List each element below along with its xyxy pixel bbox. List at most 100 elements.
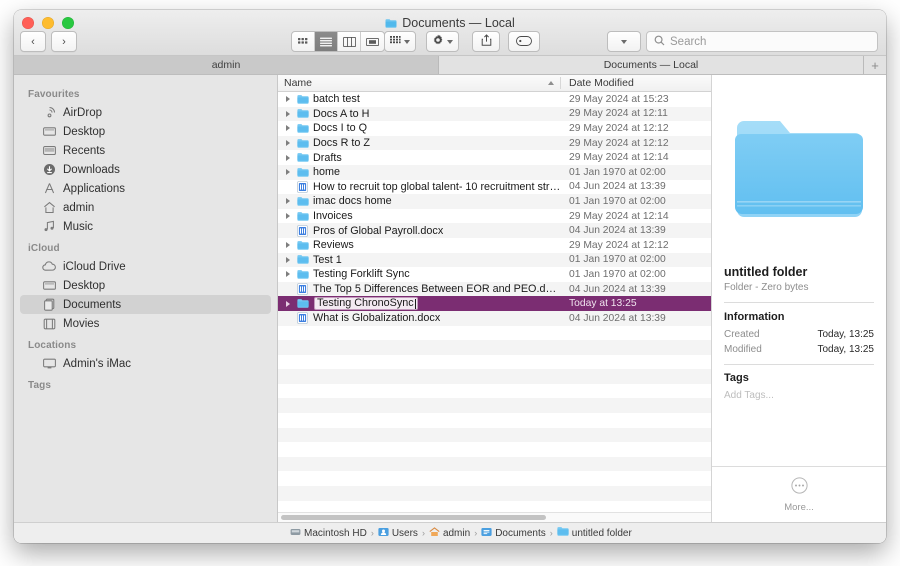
docx-file-icon xyxy=(296,180,309,193)
preview-pane: untitled folder Folder - Zero bytes Info… xyxy=(711,75,886,522)
group-by-button[interactable] xyxy=(384,31,416,52)
share-button[interactable] xyxy=(472,31,500,52)
row-name-cell: The Top 5 Differences Between EOR and PE… xyxy=(278,283,561,295)
empty-row xyxy=(278,486,711,501)
disclosure-triangle-icon[interactable] xyxy=(283,256,292,263)
disclosure-triangle-icon[interactable] xyxy=(283,198,292,205)
disclosure-triangle-icon[interactable] xyxy=(283,213,292,220)
information-heading: Information xyxy=(724,310,785,323)
row-date-cell: 01 Jan 1970 at 02:00 xyxy=(569,254,666,266)
add-tags-field[interactable]: Add Tags... xyxy=(724,390,874,401)
chevron-down-icon xyxy=(621,39,627,44)
table-row[interactable]: Pros of Global Payroll.docx 04 Jun 2024 a… xyxy=(278,223,711,238)
file-rows: batch test 29 May 2024 at 15:23 Docs A to … xyxy=(278,92,711,512)
folder-icon xyxy=(385,18,397,29)
preview-subtitle: Folder - Zero bytes xyxy=(724,282,809,293)
sidebar-item-icloud-drive[interactable]: iCloud Drive xyxy=(20,257,271,276)
row-name-label: The Top 5 Differences Between EOR and PE… xyxy=(313,283,561,296)
nav-buttons: ‹ › xyxy=(20,31,77,52)
breadcrumb-item[interactable]: admin xyxy=(429,526,470,540)
breadcrumb-item[interactable]: Users xyxy=(378,527,418,540)
window-title: Documents — Local xyxy=(14,16,886,30)
sidebar-item-admins-imac[interactable]: Admin's iMac xyxy=(20,354,271,373)
table-row[interactable]: Testing ChronoSync Today at 13:25 xyxy=(278,296,711,311)
new-tab-button[interactable]: + xyxy=(864,56,886,74)
search-scope-button[interactable] xyxy=(607,31,641,52)
list-view-button[interactable] xyxy=(315,32,338,51)
ellipsis-circle-icon xyxy=(790,476,808,499)
sidebar-item-label: Admin's iMac xyxy=(63,357,132,370)
back-button[interactable]: ‹ xyxy=(20,31,46,52)
sidebar-item-downloads[interactable]: Downloads xyxy=(20,160,271,179)
table-row[interactable]: Drafts 29 May 2024 at 12:14 xyxy=(278,150,711,165)
sidebar-item-documents[interactable]: Documents xyxy=(20,295,271,314)
row-name-label: How to recruit top global talent- 10 rec… xyxy=(313,180,561,193)
disclosure-triangle-icon[interactable] xyxy=(283,169,292,176)
breadcrumb-separator: › xyxy=(549,528,553,538)
disclosure-triangle-icon[interactable] xyxy=(283,140,292,147)
scrollbar-thumb[interactable] xyxy=(281,515,546,520)
table-row[interactable]: batch test 29 May 2024 at 15:23 xyxy=(278,92,711,107)
folder-icon xyxy=(296,211,309,222)
table-row[interactable]: Docs R to Z 29 May 2024 at 12:12 xyxy=(278,135,711,151)
row-date-cell: 29 May 2024 at 12:14 xyxy=(569,210,669,222)
empty-row xyxy=(278,471,711,486)
row-date-cell: 04 Jun 2024 at 13:39 xyxy=(569,225,666,237)
action-menu-button[interactable] xyxy=(426,31,459,52)
sidebar-item-applications[interactable]: Applications xyxy=(20,179,271,198)
disclosure-triangle-icon[interactable] xyxy=(283,110,292,117)
tag-icon xyxy=(516,33,532,51)
row-name-cell: Test 1 xyxy=(278,254,561,266)
table-row[interactable]: The Top 5 Differences Between EOR and PE… xyxy=(278,281,711,297)
breadcrumb-item[interactable]: Macintosh HD xyxy=(290,527,367,540)
sidebar-item-recents[interactable]: Recents xyxy=(20,141,271,160)
disclosure-triangle-icon[interactable] xyxy=(283,125,292,132)
column-view-button[interactable] xyxy=(338,32,361,51)
breadcrumb-item[interactable]: untitled folder xyxy=(557,526,632,540)
sidebar-section-tags-title: Tags xyxy=(28,380,51,391)
gallery-view-button[interactable] xyxy=(361,32,384,51)
table-row[interactable]: home 01 Jan 1970 at 02:00 xyxy=(278,164,711,180)
search-field[interactable]: Search xyxy=(646,31,878,52)
disclosure-triangle-icon[interactable] xyxy=(283,300,292,307)
sidebar-item-icloud-desktop[interactable]: Desktop xyxy=(20,276,271,295)
table-row[interactable]: How to recruit top global talent- 10 rec… xyxy=(278,180,711,195)
table-row[interactable]: Invoices 29 May 2024 at 12:14 xyxy=(278,209,711,224)
table-row[interactable]: imac docs home 01 Jan 1970 at 02:00 xyxy=(278,194,711,209)
rename-input[interactable]: Testing ChronoSync xyxy=(314,297,418,311)
tags-heading: Tags xyxy=(724,372,749,384)
table-row[interactable]: Reviews 29 May 2024 at 12:12 xyxy=(278,238,711,253)
disclosure-triangle-icon[interactable] xyxy=(283,271,292,278)
table-row[interactable]: Test 1 01 Jan 1970 at 02:00 xyxy=(278,252,711,268)
sidebar-item-admin[interactable]: admin xyxy=(20,198,271,217)
disclosure-triangle-icon[interactable] xyxy=(283,154,292,161)
more-label: More... xyxy=(784,501,814,513)
sidebar-item-music[interactable]: Music xyxy=(20,217,271,236)
table-row[interactable]: What is Globalization.docx 04 Jun 2024 at… xyxy=(278,310,711,326)
disclosure-triangle-icon[interactable] xyxy=(283,96,292,103)
sidebar-item-airdrop[interactable]: AirDrop xyxy=(20,103,271,122)
more-button[interactable]: More... xyxy=(712,466,886,522)
folder-icon xyxy=(296,123,309,134)
tab-admin[interactable]: admin xyxy=(14,56,439,74)
row-date-cell: 29 May 2024 at 12:14 xyxy=(569,152,669,164)
column-header-name[interactable]: Name xyxy=(278,77,561,89)
disclosure-triangle-icon[interactable] xyxy=(283,242,292,249)
column-header-date-modified[interactable]: Date Modified xyxy=(561,77,711,89)
table-row[interactable]: Testing Forklift Sync 01 Jan 1970 at 02:0… xyxy=(278,267,711,282)
icon-view-button[interactable] xyxy=(292,32,315,51)
sidebar-item-movies[interactable]: Movies xyxy=(20,314,271,333)
horizontal-scrollbar[interactable] xyxy=(278,512,711,522)
forward-button[interactable]: › xyxy=(51,31,77,52)
breadcrumb-item[interactable]: Documents xyxy=(481,527,546,540)
sidebar-item-label: admin xyxy=(63,201,95,214)
row-name-cell: Pros of Global Payroll.docx xyxy=(278,225,561,237)
table-row[interactable]: Docs I to Q 29 May 2024 at 12:12 xyxy=(278,121,711,136)
tab-documents-local[interactable]: Documents — Local xyxy=(439,56,864,74)
tag-button[interactable] xyxy=(508,31,540,52)
file-list: Name Date Modified batch test 29 May 2024… xyxy=(278,75,711,522)
row-date-cell: 29 May 2024 at 12:11 xyxy=(569,108,668,120)
sidebar-item-label: Music xyxy=(63,220,94,233)
sidebar-item-desktop[interactable]: Desktop xyxy=(20,122,271,141)
table-row[interactable]: Docs A to H 29 May 2024 at 12:11 xyxy=(278,106,711,122)
